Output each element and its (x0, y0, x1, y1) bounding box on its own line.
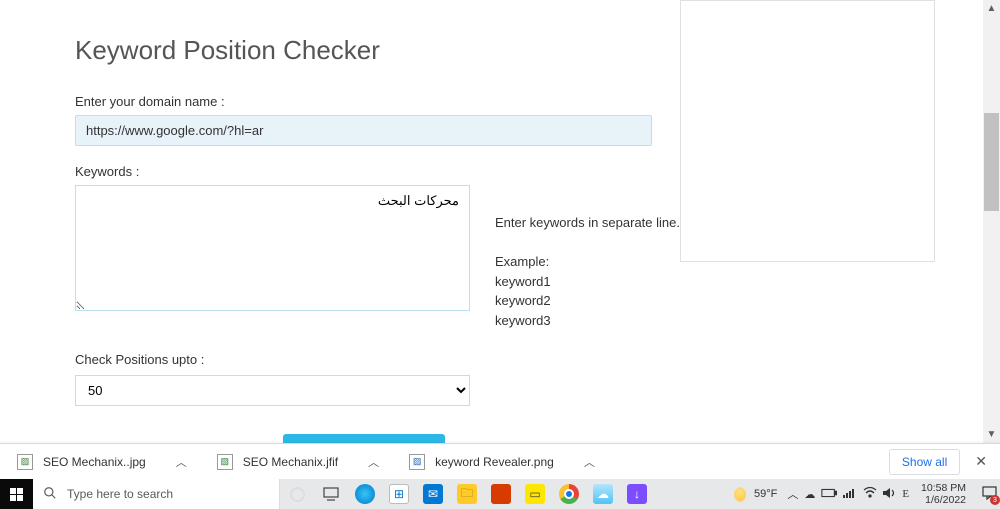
taskbar-app-misc1[interactable]: ☁ (586, 479, 620, 509)
search-icon (43, 486, 57, 503)
clock-date: 1/6/2022 (921, 494, 966, 506)
keywords-label: Keywords : (75, 164, 680, 179)
taskbar-app-edge[interactable] (348, 479, 382, 509)
scroll-down-arrow-icon[interactable]: ▼ (983, 426, 1000, 443)
scroll-thumb[interactable] (984, 113, 999, 211)
mail-icon: ✉ (423, 484, 443, 504)
show-all-downloads-button[interactable]: Show all (889, 449, 960, 475)
action-center-button[interactable]: 3 (978, 483, 1000, 505)
cortana-button[interactable] (280, 479, 314, 509)
vertical-scrollbar[interactable]: ▲ ▼ (983, 0, 1000, 443)
system-clock[interactable]: 10:58 PM 1/6/2022 (921, 482, 966, 506)
positions-select[interactable]: 50 (75, 375, 470, 406)
download-filename: SEO Mechanix.jfif (243, 455, 338, 469)
download-filename: SEO Mechanix..jpg (43, 455, 146, 469)
folder-icon: 🗀 (457, 484, 477, 504)
task-view-button[interactable] (314, 479, 348, 509)
start-button[interactable] (0, 479, 33, 509)
taskbar-app-mail[interactable]: ✉ (416, 479, 450, 509)
notification-badge: 3 (990, 495, 1000, 505)
chevron-up-icon[interactable]: ︿ (368, 454, 379, 470)
download-filename: keyword Revealer.png (435, 455, 554, 469)
taskbar-app-misc2[interactable]: ↓ (620, 479, 654, 509)
taskbar-app-sticky[interactable]: ▭ (518, 479, 552, 509)
battery-icon[interactable] (821, 488, 837, 501)
help-line: Enter keywords in separate line. (495, 213, 680, 233)
downloads-bar: ▨ SEO Mechanix..jpg ︿ ▨ SEO Mechanix.jfi… (0, 443, 1000, 479)
weather-widget[interactable]: 59°F (734, 487, 777, 502)
weather-temp: 59°F (754, 488, 777, 500)
image-file-icon: ▨ (217, 454, 233, 470)
windows-logo-icon (10, 488, 23, 501)
moon-icon (734, 487, 749, 502)
help-k2: keyword2 (495, 291, 680, 311)
tray-chevron-icon[interactable]: ︿ (787, 486, 798, 502)
taskbar-search-input[interactable]: Type here to search (33, 479, 280, 509)
taskbar-app-store[interactable]: ⊞ (382, 479, 416, 509)
close-downloads-bar-button[interactable]: ✕ (968, 448, 994, 475)
close-icon: ✕ (975, 453, 987, 469)
scroll-up-arrow-icon[interactable]: ▲ (983, 0, 1000, 17)
store-icon: ⊞ (389, 484, 409, 504)
task-view-icon (323, 487, 339, 501)
taskbar: Type here to search ⊞ ✉ 🗀 ▭ ☁ ↓ 59°F ︿ ☁ (0, 479, 1000, 509)
ime-indicator[interactable]: E (902, 488, 909, 500)
help-example-label: Example: (495, 252, 680, 272)
app-icon: ↓ (627, 484, 647, 504)
taskbar-app-chrome[interactable] (552, 479, 586, 509)
download-item[interactable]: ▨ keyword Revealer.png ︿ (398, 448, 606, 476)
cortana-icon (290, 487, 305, 502)
domain-input[interactable] (75, 115, 652, 146)
onedrive-icon[interactable]: ☁ (804, 488, 815, 501)
download-item[interactable]: ▨ SEO Mechanix..jpg ︿ (6, 448, 198, 476)
positions-label: Check Positions upto : (75, 352, 680, 367)
wifi-icon[interactable] (863, 487, 877, 501)
help-k3: keyword3 (495, 311, 680, 331)
page-title: Keyword Position Checker (75, 35, 680, 66)
app-icon: ☁ (593, 484, 613, 504)
sidebar-panel (680, 0, 935, 262)
download-item[interactable]: ▨ SEO Mechanix.jfif ︿ (206, 448, 390, 476)
sticky-notes-icon: ▭ (525, 484, 545, 504)
taskbar-app-office[interactable] (484, 479, 518, 509)
volume-icon[interactable] (883, 487, 896, 502)
network-icon[interactable] (843, 488, 857, 501)
image-file-icon: ▨ (409, 454, 425, 470)
chevron-up-icon[interactable]: ︿ (176, 454, 187, 470)
edge-icon (355, 484, 375, 504)
keywords-textarea[interactable] (75, 185, 470, 311)
taskbar-app-explorer[interactable]: 🗀 (450, 479, 484, 509)
help-k1: keyword1 (495, 272, 680, 292)
search-placeholder: Type here to search (67, 487, 173, 501)
clock-time: 10:58 PM (921, 482, 966, 494)
chevron-up-icon[interactable]: ︿ (584, 454, 595, 470)
domain-label: Enter your domain name : (75, 94, 680, 109)
image-file-icon: ▨ (17, 454, 33, 470)
keywords-help: Enter keywords in separate line. Example… (495, 185, 680, 330)
chrome-icon (559, 484, 579, 504)
office-icon (491, 484, 511, 504)
